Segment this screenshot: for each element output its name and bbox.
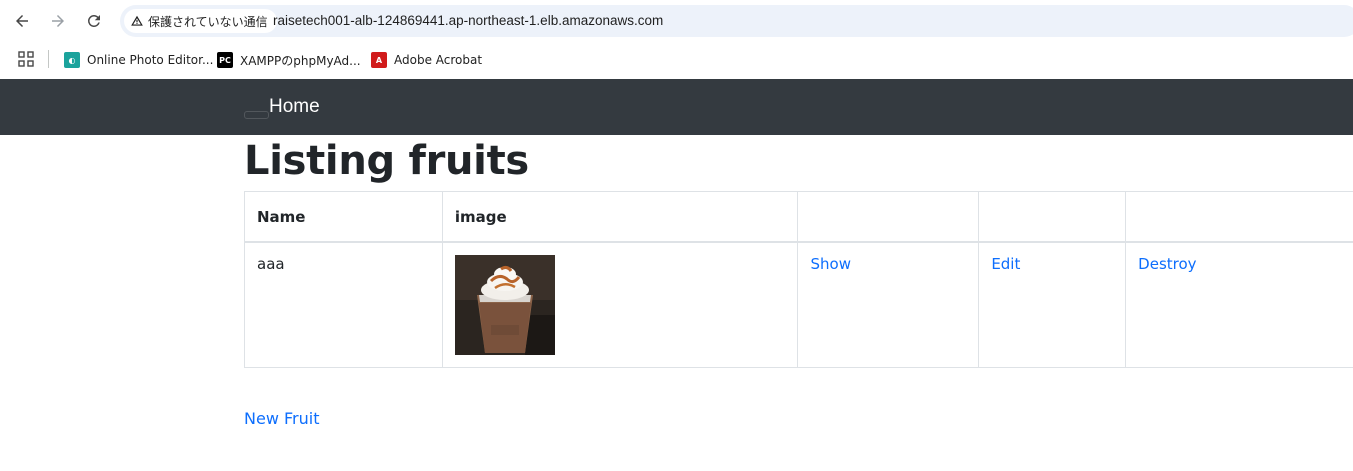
forward-icon[interactable]	[46, 9, 70, 33]
security-label: 保護されていない通信	[148, 14, 268, 29]
show-cell: Show	[797, 241, 980, 368]
bookmarks-divider	[48, 50, 49, 68]
browser-toolbar: 保護されていない通信 raisetech001-alb-124869441.ap…	[0, 0, 1353, 42]
bookmark-online-photo-editor[interactable]: ◐ Online Photo Editor...	[64, 50, 213, 70]
address-bar[interactable]: 保護されていない通信 raisetech001-alb-124869441.ap…	[120, 5, 1353, 37]
bookmark-xampp-phpmyadmin[interactable]: PC XAMPPのphpMyAd...	[217, 50, 361, 70]
phpstorm-icon: PC	[217, 52, 233, 68]
fruit-image	[454, 254, 555, 355]
warning-icon	[131, 15, 143, 26]
navbar-home-link[interactable]: Home	[269, 96, 320, 118]
table-row: aaa Show Edit Destroy	[244, 241, 1353, 368]
edit-cell: Edit	[978, 241, 1127, 368]
column-header-image: image	[441, 191, 799, 243]
edit-link[interactable]: Edit	[991, 255, 1020, 273]
destroy-cell: Destroy	[1125, 241, 1353, 368]
bookmark-label: Online Photo Editor...	[87, 53, 214, 67]
show-link[interactable]: Show	[810, 255, 850, 273]
navbar-toggler[interactable]	[244, 111, 269, 119]
fruits-table: Name image aaa Show Edit Destroy	[244, 191, 1353, 368]
column-header-name: Name	[244, 191, 443, 243]
destroy-link[interactable]: Destroy	[1138, 255, 1196, 273]
column-header-destroy	[1125, 191, 1353, 243]
bookmark-label: Adobe Acrobat	[394, 53, 483, 67]
name-cell: aaa	[244, 241, 443, 368]
column-header-show	[797, 191, 980, 243]
table-header-row: Name image	[244, 191, 1353, 243]
bookmark-adobe-acrobat[interactable]: A Adobe Acrobat	[371, 50, 482, 70]
url-text[interactable]: raisetech001-alb-124869441.ap-northeast-…	[273, 13, 663, 28]
new-fruit-link[interactable]: New Fruit	[244, 409, 319, 428]
reload-icon[interactable]	[82, 9, 106, 33]
page-title: Listing fruits	[244, 138, 529, 184]
acrobat-icon: A	[371, 52, 387, 68]
bookmarks-bar: ◐ Online Photo Editor... PC XAMPPのphpMyA…	[0, 42, 1353, 78]
security-chip[interactable]: 保護されていない通信	[124, 9, 277, 33]
fruit-name: aaa	[257, 254, 285, 273]
apps-grid-icon[interactable]	[18, 51, 34, 67]
bookmark-label: XAMPPのphpMyAd...	[240, 53, 361, 68]
photo-editor-icon: ◐	[64, 52, 80, 68]
image-cell	[441, 241, 799, 368]
back-icon[interactable]	[10, 9, 34, 33]
site-navbar: Home	[0, 79, 1353, 135]
column-header-edit	[978, 191, 1127, 243]
